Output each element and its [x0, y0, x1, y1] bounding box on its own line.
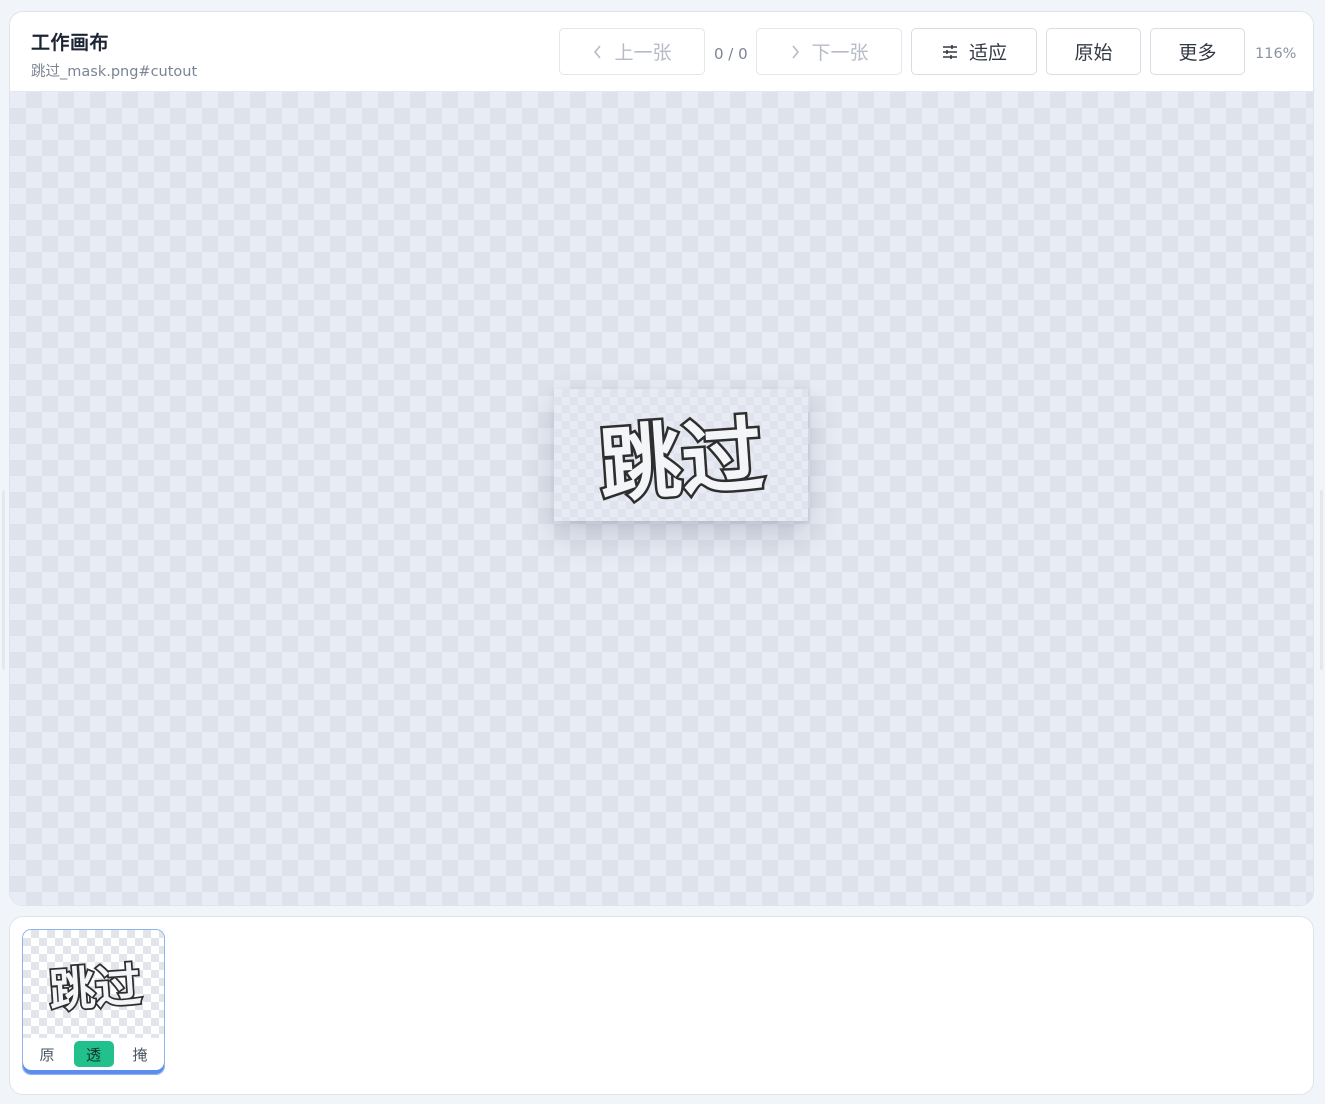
filmstrip-panel: 跳过 原 透 掩 [9, 916, 1314, 1095]
brush-text-image: 跳过 [594, 406, 769, 517]
mode-mask-button[interactable]: 掩 [120, 1041, 160, 1067]
title-block: 工作画布 跳过_mask.png#cutout [31, 28, 197, 81]
image-counter: 0 / 0 [714, 45, 748, 63]
next-button[interactable]: 下一张 [756, 28, 902, 75]
left-resize-handle[interactable] [2, 490, 5, 670]
fit-button-label: 适应 [968, 42, 1007, 64]
cutout-text: 跳过 [596, 408, 766, 514]
chevron-right-icon [789, 44, 801, 60]
toolbar: 工作画布 跳过_mask.png#cutout 上一张 0 / 0 下一张 适应… [10, 12, 1313, 92]
prev-button[interactable]: 上一张 [559, 28, 705, 75]
mode-original-button[interactable]: 原 [27, 1041, 67, 1067]
cutout-image[interactable]: 跳过 [554, 389, 808, 521]
mode-transparent-button[interactable]: 透 [73, 1041, 114, 1067]
thumbnail-mode-switch: 原 透 掩 [27, 1041, 160, 1068]
original-size-button[interactable]: 原始 [1046, 28, 1141, 75]
page-title: 工作画布 [31, 32, 110, 54]
canvas-area[interactable]: 跳过 [10, 92, 1313, 905]
zoom-level: 116% [1255, 46, 1297, 62]
chevron-left-icon [592, 44, 604, 60]
more-button-label: 更多 [1178, 42, 1217, 64]
fit-button[interactable]: 适应 [911, 28, 1037, 75]
file-name: 跳过_mask.png#cutout [31, 64, 198, 80]
thumbnail-image[interactable]: 跳过 [23, 930, 164, 1038]
more-button[interactable]: 更多 [1150, 28, 1245, 75]
sliders-icon [941, 44, 959, 60]
workspace-panel: 工作画布 跳过_mask.png#cutout 上一张 0 / 0 下一张 适应… [9, 11, 1314, 906]
thumbnail-text: 跳过 [47, 958, 143, 1018]
original-size-button-label: 原始 [1074, 42, 1113, 64]
right-resize-handle[interactable] [1320, 490, 1323, 670]
next-button-label: 下一张 [811, 42, 869, 64]
thumbnail-brush-text: 跳过 [46, 956, 145, 1020]
prev-button-label: 上一张 [614, 42, 672, 64]
thumbnail-card[interactable]: 跳过 原 透 掩 [22, 929, 165, 1075]
